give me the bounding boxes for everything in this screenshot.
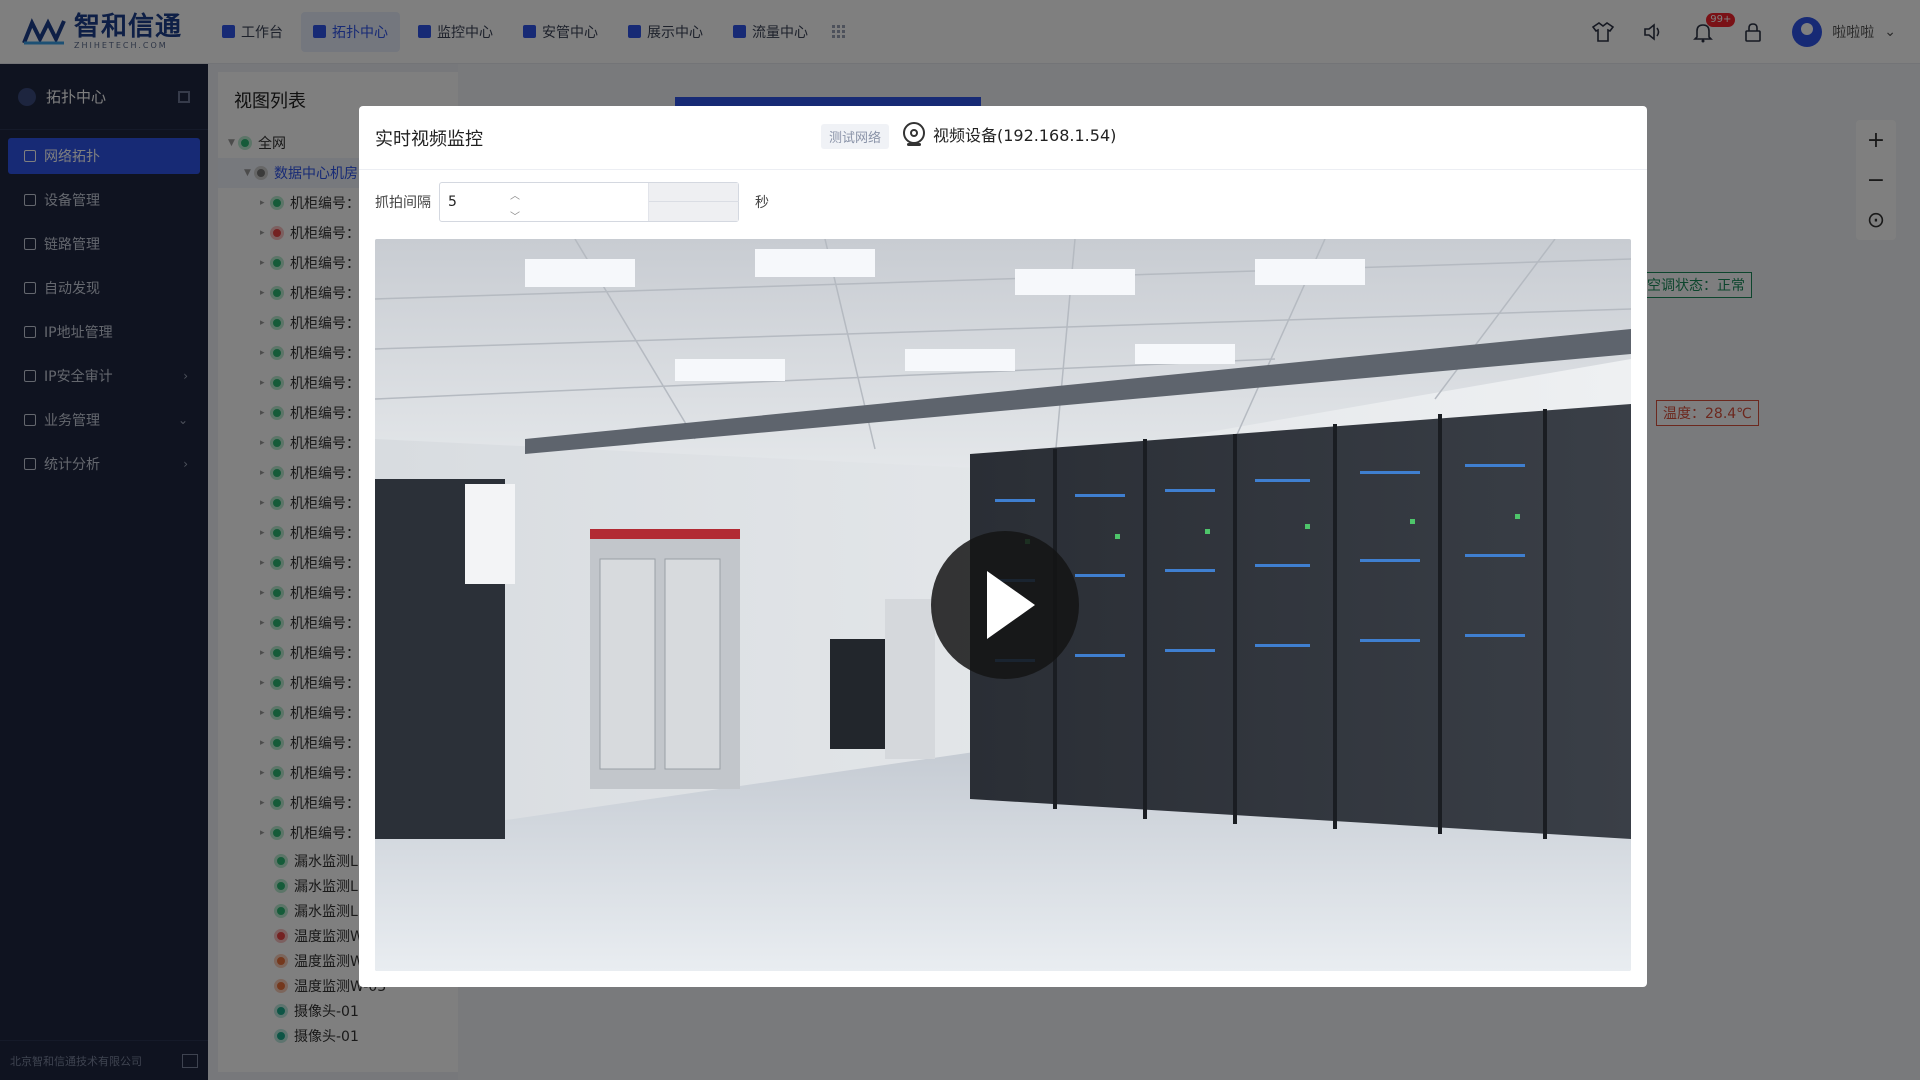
interval-stepper[interactable]: 5 ︿ ﹀ [439,182,739,223]
device-title: 视频设备(192.168.1.54) [903,122,1116,146]
interval-value[interactable]: 5 [440,194,500,210]
capture-interval-row: 抓拍间隔 5 ︿ ﹀ 秒 [359,170,1647,234]
network-tag: 测试网络 [821,124,890,149]
interval-label: 抓拍间隔 [375,195,431,211]
chevron-down-icon[interactable]: ﹀ [510,208,520,223]
dialog-title: 实时视频监控 [375,128,483,150]
dialog-header: 实时视频监控 测试网络 视频设备(192.168.1.54) [359,106,1647,170]
interval-unit: 秒 [755,195,769,211]
stepper-addon [648,183,739,221]
play-icon [987,571,1035,639]
play-button[interactable] [931,531,1079,679]
chevron-up-icon[interactable]: ︿ [510,187,520,202]
video-player[interactable] [375,239,1631,971]
camera-icon [903,122,925,146]
video-monitor-dialog: 实时视频监控 测试网络 视频设备(192.168.1.54) 抓拍间隔 5 ︿ ﹀… [359,106,1647,987]
device-name: 视频设备(192.168.1.54) [933,126,1117,145]
